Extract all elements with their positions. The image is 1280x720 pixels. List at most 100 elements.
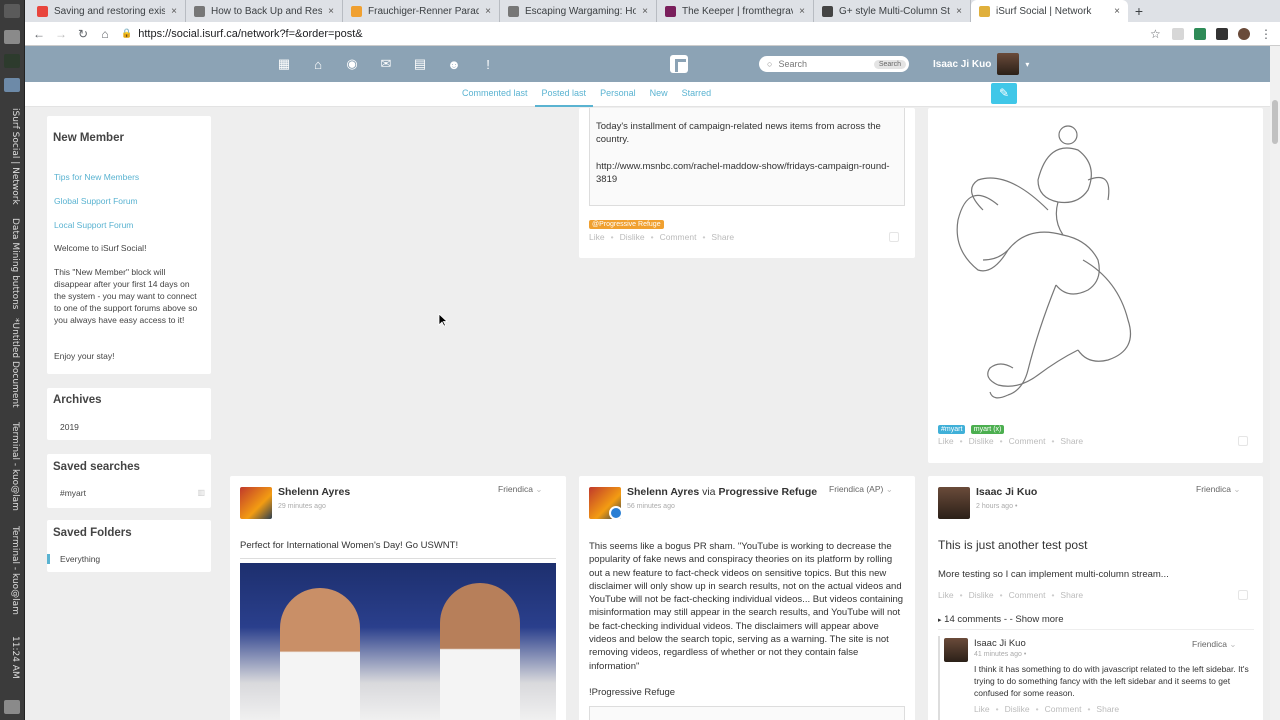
comment-network-label[interactable]: Friendica ⌄ [1192,639,1236,650]
author-name[interactable]: Shelenn Ayres [278,486,350,498]
launcher-icon[interactable] [4,30,20,44]
taskbar-window-terminal-2[interactable]: Terminal - kuo@lam [4,526,20,626]
back-icon[interactable]: ← [33,27,45,41]
browser-tab[interactable]: Frauchiger-Renner Paradox × [343,0,500,22]
url-field[interactable]: 🔒 https://social.isurf.ca/network?f=&ord… [121,28,1140,40]
select-checkbox[interactable] [889,232,899,242]
network-label[interactable]: Friendica ⌄ [498,484,542,495]
scrollbar-thumb[interactable] [1272,100,1278,144]
share-button[interactable]: Share [1060,436,1083,446]
network-icon[interactable]: ◉ [345,56,359,72]
taskbar-window-browser[interactable]: iSurf Social | Network [4,108,20,208]
files-launcher-icon[interactable] [4,78,20,92]
local-support-link[interactable]: Local Support Forum [47,220,140,230]
post-photo[interactable] [240,563,556,720]
comment-button[interactable]: Comment [660,232,697,242]
network-label[interactable]: Friendica ⌄ [1196,484,1240,495]
author-avatar[interactable] [938,487,970,519]
tab-close-icon[interactable]: × [485,6,491,17]
post-link[interactable]: http://www.msnbc.com/rachel-maddow-show/… [596,160,896,187]
comment-button[interactable]: Comment [1045,704,1082,714]
browser-tab[interactable]: How to Back Up and Restor × [186,0,343,22]
global-support-link[interactable]: Global Support Forum [47,196,145,206]
extension-icon[interactable] [1172,27,1184,40]
taskbar-window-terminal-1[interactable]: Terminal - kuo@lam [4,422,20,522]
hashtag[interactable]: #myart [938,425,966,434]
user-menu[interactable]: Isaac Ji Kuo ▾ [933,46,1029,82]
comment-button[interactable]: Comment [1009,590,1046,600]
commenter-name[interactable]: Isaac Ji Kuo [974,638,1026,649]
group-name[interactable]: Progressive Refuge [718,486,817,498]
trash-icon[interactable]: ▥ [197,488,205,497]
select-checkbox[interactable] [1238,436,1248,446]
app-menu-icon[interactable] [4,4,20,18]
share-button[interactable]: Share [711,232,734,242]
saved-search-item[interactable]: #myart [47,488,99,498]
contacts-icon[interactable]: ☻ [447,57,461,72]
browser-tab[interactable]: The Keeper | fromthegrave × [657,0,814,22]
volume-icon[interactable] [4,700,20,714]
like-button[interactable]: Like [974,704,990,714]
dislike-button[interactable]: Dislike [969,590,994,600]
tab-commented-last[interactable]: Commented last [455,82,535,107]
tab-close-icon[interactable]: × [328,6,334,17]
tab-close-icon[interactable]: × [171,6,177,17]
tab-starred[interactable]: Starred [675,82,719,107]
menu-kebab-icon[interactable]: ⋮ [1260,28,1272,40]
tab-new[interactable]: New [643,82,675,107]
new-tab-button[interactable]: + [1128,0,1150,22]
tab-close-icon[interactable]: × [956,6,962,17]
author-name-text[interactable]: Shelenn Ayres [627,486,699,498]
group-tag[interactable]: @Progressive Refuge [589,220,664,229]
folder-everything[interactable]: Everything [47,554,113,564]
apps-grid-icon[interactable]: ▦ [277,56,291,72]
tab-close-icon[interactable]: × [1114,6,1120,17]
author-name[interactable]: Isaac Ji Kuo [976,486,1037,498]
search-input[interactable] [778,59,859,69]
share-button[interactable]: Share [1060,590,1083,600]
search-button[interactable]: Search [873,59,906,69]
fairy-sketch-image[interactable] [938,110,1162,410]
tips-link[interactable]: Tips for New Members [47,172,146,182]
extension-icon[interactable] [1216,27,1228,40]
profile-avatar[interactable] [1238,27,1250,40]
taskbar-window-editor[interactable]: *Untitled Document [4,318,20,418]
taskbar-window-data-mining[interactable]: Data Mining buttons [4,218,20,314]
select-checkbox[interactable] [1238,590,1248,600]
like-button[interactable]: Like [938,436,954,446]
network-label[interactable]: Friendica (AP) ⌄ [829,484,893,495]
browser-tab-active[interactable]: iSurf Social | Network × [971,0,1128,22]
like-button[interactable]: Like [589,232,605,242]
reload-icon[interactable]: ↻ [77,27,89,41]
compose-button[interactable]: ✎ [991,83,1017,104]
category-tag[interactable]: myart (x) [970,425,1005,434]
share-button[interactable]: Share [1096,704,1119,714]
commenter-avatar[interactable] [944,638,968,662]
tab-posted-last[interactable]: Posted last [534,82,594,107]
extension-icon[interactable] [1194,27,1206,40]
browser-tab[interactable]: Saving and restoring existi × [29,0,186,22]
friendica-logo[interactable] [670,55,688,73]
tab-close-icon[interactable]: × [799,6,805,17]
like-button[interactable]: Like [938,590,954,600]
archive-year-link[interactable]: 2019 [47,422,92,432]
terminal-launcher-icon[interactable] [4,54,20,68]
comments-toggle[interactable]: ▸ 14 comments - - Show more [938,614,1254,630]
home-icon[interactable]: ⌂ [99,27,111,41]
calendar-icon[interactable]: ▤ [413,56,427,72]
notifications-icon[interactable]: ! [481,57,495,72]
browser-tab[interactable]: G+ style Multi-Column Stre × [814,0,971,22]
author-name[interactable]: Shelenn Ayres via Progressive Refuge [627,486,817,498]
bookmark-star-icon[interactable]: ☆ [1150,28,1162,40]
tab-personal[interactable]: Personal [593,82,643,107]
page-scrollbar[interactable] [1270,46,1280,720]
author-avatar[interactable] [240,487,272,519]
home-icon[interactable]: ⌂ [311,57,325,72]
comment-button[interactable]: Comment [1009,436,1046,446]
browser-tab[interactable]: Escaping Wargaming: How × [500,0,657,22]
dislike-button[interactable]: Dislike [620,232,645,242]
forward-icon[interactable]: → [55,27,67,41]
dislike-button[interactable]: Dislike [1005,704,1030,714]
messages-icon[interactable]: ✉ [379,56,393,72]
tab-close-icon[interactable]: × [642,6,648,17]
